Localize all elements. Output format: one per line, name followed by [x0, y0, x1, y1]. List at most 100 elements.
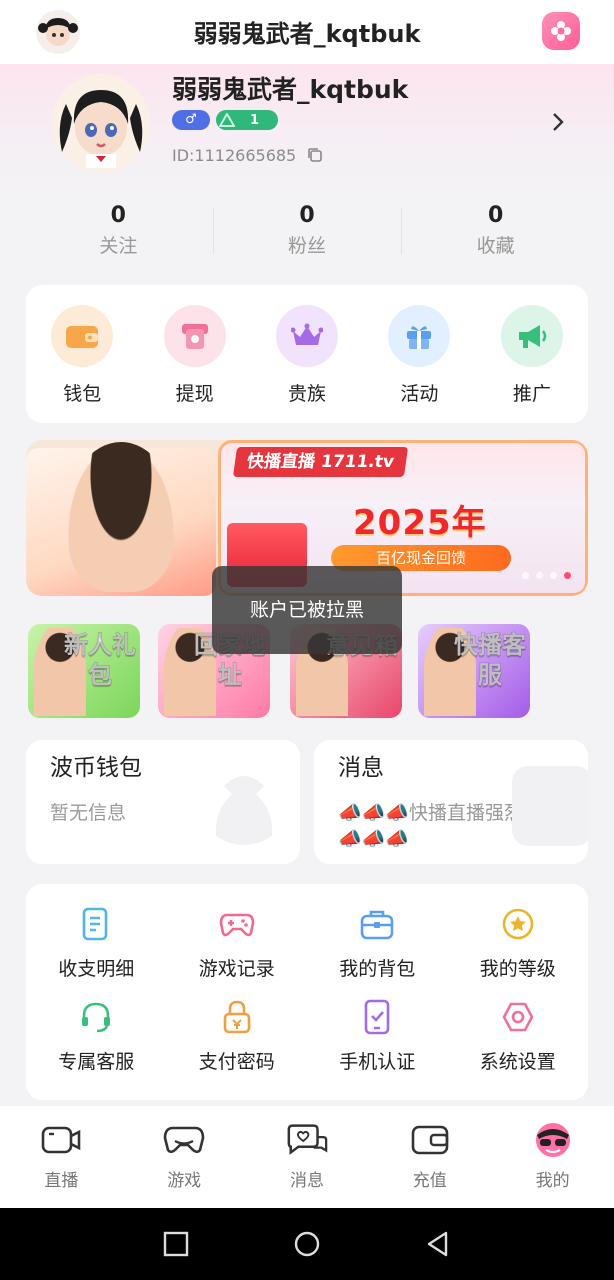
quick-action-label: 贵族 — [288, 383, 327, 405]
nav-label: 游戏 — [167, 1171, 202, 1191]
back-icon[interactable] — [424, 1230, 452, 1258]
quick-action-label: 推广 — [512, 383, 551, 405]
tools-card: 收支明细 游戏记录 我的背包 我的等级 专属客服 支付密码 手机认证 系统设置 — [26, 884, 588, 1100]
recent-apps-icon[interactable] — [162, 1230, 190, 1258]
profile-header[interactable]: 弱弱鬼武者_kqtbuk ♂ 1 ID:1112665685 — [0, 64, 614, 194]
banner-year: 2025年 — [353, 503, 487, 543]
profile-name: 弱弱鬼武者_kqtbuk — [172, 75, 409, 104]
tool-backpack[interactable]: 我的背包 — [307, 906, 448, 981]
tool-system-settings[interactable]: 系统设置 — [448, 999, 589, 1074]
pagination-dot — [550, 572, 557, 579]
nav-item-messages[interactable]: 消息 — [246, 1106, 369, 1208]
banner-left-panel — [26, 442, 216, 596]
page-title: 弱弱鬼武者_kqtbuk — [193, 20, 421, 48]
system-navigation-bar — [0, 1208, 614, 1280]
stat-label: 收藏 — [476, 235, 515, 257]
tool-game-records[interactable]: 游戏记录 — [167, 906, 308, 981]
stat-following[interactable]: 0 关注 — [24, 200, 213, 264]
chat-heart-icon — [285, 1122, 329, 1158]
tool-label: 手机认证 — [339, 1051, 416, 1073]
nav-item-live[interactable]: 直播 — [0, 1106, 123, 1208]
tool-label: 收支明细 — [58, 958, 135, 980]
level-triangle-icon — [216, 110, 238, 130]
phone-check-icon — [359, 999, 395, 1035]
level-badge: 1 — [216, 110, 278, 130]
money-bag-icon — [215, 776, 273, 845]
tool-my-level[interactable]: 我的等级 — [448, 906, 589, 981]
crown-icon — [276, 305, 339, 367]
gamepad-icon — [219, 906, 255, 942]
tool-payment-password[interactable]: 支付密码 — [167, 999, 308, 1074]
toast-message: 账户已被拉黑 — [212, 566, 402, 654]
quick-action-label: 提现 — [175, 383, 214, 405]
quick-action-withdraw[interactable]: 提现 — [138, 305, 250, 423]
nav-item-recharge[interactable]: 充值 — [368, 1106, 491, 1208]
pagination-dot-active — [564, 572, 571, 579]
stat-fans[interactable]: 0 粉丝 — [212, 200, 402, 264]
user-id: ID:1112665685 — [172, 146, 297, 165]
bag-icon — [359, 906, 395, 942]
level-value: 1 — [250, 112, 260, 128]
bottom-nav: 直播 游戏 消息 充值 我的 — [0, 1106, 614, 1208]
top-bar: 弱弱鬼武者_kqtbuk — [0, 0, 614, 64]
tool-transactions[interactable]: 收支明细 — [26, 906, 167, 981]
coin-wallet-card[interactable]: 波币钱包 暂无信息 — [26, 740, 300, 864]
home-icon[interactable] — [293, 1230, 321, 1258]
tool-label: 系统设置 — [479, 1051, 556, 1073]
promo-label: 快播客服 — [454, 631, 527, 690]
chevron-right-icon[interactable] — [548, 110, 568, 134]
gender-badge: ♂ — [172, 110, 210, 130]
quick-action-events[interactable]: 活动 — [363, 305, 475, 423]
gift-icon — [388, 305, 451, 367]
quick-action-label: 活动 — [400, 383, 439, 405]
stat-label: 粉丝 — [288, 235, 327, 257]
stat-value: 0 — [110, 203, 126, 228]
nav-item-games[interactable]: 游戏 — [123, 1106, 246, 1208]
stats-row: 0 关注 0 粉丝 0 收藏 — [24, 200, 590, 264]
tool-phone-verification[interactable]: 手机认证 — [307, 999, 448, 1074]
stat-label: 关注 — [99, 235, 138, 257]
promo-tile-support[interactable]: 快播客服 — [418, 624, 530, 718]
document-icon — [78, 906, 114, 942]
copy-icon[interactable] — [306, 146, 324, 164]
message-card[interactable]: 消息 📣📣📣快播直播强烈推荐📣📣📣 — [314, 740, 588, 864]
nav-label: 我的 — [535, 1171, 570, 1191]
wallet-card-title: 波币钱包 — [50, 755, 142, 781]
gamepad-icon — [162, 1122, 206, 1158]
quick-action-nobility[interactable]: 贵族 — [251, 305, 363, 423]
withdraw-icon — [163, 305, 226, 367]
video-camera-icon — [39, 1122, 83, 1158]
quick-action-label: 钱包 — [63, 383, 102, 405]
banner-pagination — [522, 572, 571, 579]
stat-favorites[interactable]: 0 收藏 — [401, 200, 590, 264]
tool-label: 支付密码 — [198, 1051, 275, 1073]
stat-value: 0 — [488, 203, 504, 228]
message-card-title: 消息 — [338, 755, 384, 781]
quick-action-wallet[interactable]: 钱包 — [26, 305, 138, 423]
settings-hexagon-icon — [500, 999, 536, 1035]
promo-label: 新人礼包 — [64, 631, 137, 690]
tool-label: 我的背包 — [339, 958, 416, 980]
promo-tile-newbie[interactable]: 新人礼包 — [28, 624, 140, 718]
wallet-icon — [408, 1122, 452, 1158]
pagination-dot — [522, 572, 529, 579]
tool-customer-service[interactable]: 专属客服 — [26, 999, 167, 1074]
message-bg-icon — [512, 766, 588, 846]
star-badge-icon — [500, 906, 536, 942]
nav-item-mine[interactable]: 我的 — [491, 1106, 614, 1208]
profile-avatar[interactable] — [52, 74, 150, 172]
pagination-dot — [536, 572, 543, 579]
banner-brand: 快播直播 1711.tv — [232, 447, 409, 477]
nav-label: 直播 — [44, 1171, 79, 1191]
wallet-card-subtitle: 暂无信息 — [50, 802, 127, 824]
tool-label: 我的等级 — [479, 958, 556, 980]
nav-label: 充值 — [412, 1171, 447, 1191]
avatar-sunglasses-icon — [531, 1122, 575, 1158]
tool-label: 专属客服 — [58, 1051, 135, 1073]
settings-button[interactable] — [542, 12, 580, 50]
nav-label: 消息 — [289, 1171, 324, 1191]
quick-actions-card: 钱包 提现 贵族 活动 推广 — [26, 285, 588, 423]
lock-icon — [219, 999, 255, 1035]
quick-action-promote[interactable]: 推广 — [476, 305, 588, 423]
megaphone-icon — [500, 305, 563, 367]
